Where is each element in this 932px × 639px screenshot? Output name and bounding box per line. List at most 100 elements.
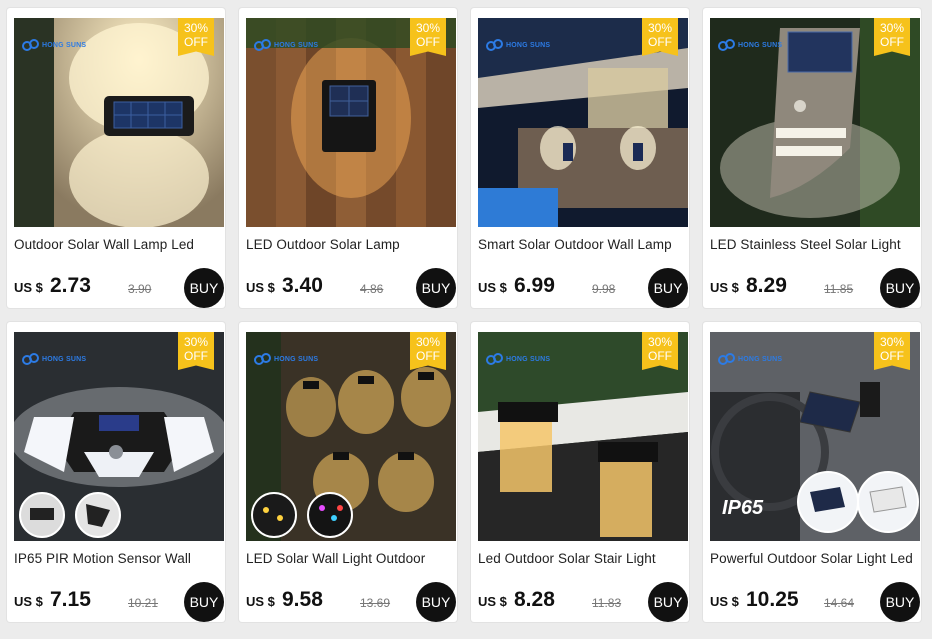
discount-percent: 30% (879, 335, 905, 349)
brand-logo: HONG SUNS (254, 352, 318, 366)
price: 3.40 (282, 274, 323, 297)
brand-name: HONG SUNS (42, 41, 87, 49)
original-price: 11.85 (824, 282, 854, 296)
price-row: US $ 3.40 4.86 BUY (246, 268, 456, 308)
brand-logo-icon (486, 39, 503, 51)
product-card[interactable]: HONG SUNS 30% OFF LED Outdoor Solar Lamp… (239, 8, 457, 308)
product-title[interactable]: LED Stainless Steel Solar Light (710, 237, 920, 252)
buy-button[interactable]: BUY (416, 268, 456, 308)
product-title[interactable]: Smart Solar Outdoor Wall Lamp (478, 237, 688, 252)
product-image[interactable]: HONG SUNS 30% OFF (246, 18, 456, 227)
price-row: US $ 8.29 11.85 BUY (710, 268, 920, 308)
original-price: 3.90 (128, 282, 152, 296)
original-price: 10.21 (128, 596, 159, 610)
discount-percent: 30% (647, 21, 673, 35)
currency: US $ (14, 280, 43, 295)
product-card[interactable]: HONG SUNS 30% OFF Led Outdoor Solar Stai… (471, 322, 689, 622)
currency: US $ (710, 280, 739, 295)
discount-badge: 30% OFF (874, 332, 910, 370)
product-title[interactable]: Outdoor Solar Wall Lamp Led (14, 237, 224, 252)
brand-logo-icon (22, 39, 39, 51)
discount-badge: 30% OFF (642, 18, 678, 56)
product-card[interactable]: HONG SUNS 30% OFF LED Solar Wall Light O… (239, 322, 457, 622)
discount-badge: 30% OFF (178, 332, 214, 370)
product-image[interactable]: HONG SUNS 30% OFF (14, 18, 224, 227)
discount-badge: 30% OFF (410, 332, 446, 370)
brand-logo: HONG SUNS (22, 352, 86, 366)
buy-button[interactable]: BUY (184, 582, 224, 622)
currency: US $ (14, 594, 43, 609)
product-image[interactable]: HONG SUNS 30% OFF (478, 18, 688, 227)
ip65-label: IP65 (722, 497, 764, 519)
brand-logo-icon (486, 353, 503, 365)
discount-label: OFF (648, 349, 672, 363)
discount-label: OFF (880, 349, 904, 363)
product-image[interactable]: HONG SUNS 30% OFF (14, 332, 224, 541)
price-row: US $ 7.15 10.21 BUY (14, 582, 224, 622)
product-card[interactable]: HONG SUNS 30% OFF Smart Solar Outdoor Wa… (471, 8, 689, 308)
brand-name: HONG SUNS (42, 355, 87, 363)
brand-logo: HONG SUNS (22, 38, 86, 52)
price: 6.99 (514, 274, 555, 297)
discount-label: OFF (416, 35, 440, 49)
discount-badge: 30% OFF (642, 332, 678, 370)
currency: US $ (478, 594, 507, 609)
discount-percent: 30% (415, 335, 441, 349)
buy-button[interactable]: BUY (648, 268, 688, 308)
product-title[interactable]: Powerful Outdoor Solar Light Led (710, 551, 920, 566)
buy-button[interactable]: BUY (416, 582, 456, 622)
brand-name: HONG SUNS (738, 41, 783, 49)
buy-button[interactable]: BUY (648, 582, 688, 622)
discount-label: OFF (648, 35, 672, 49)
price: 9.58 (282, 588, 323, 611)
brand-name: HONG SUNS (506, 355, 551, 363)
discount-label: OFF (184, 35, 208, 49)
brand-name: HONG SUNS (274, 41, 319, 49)
brand-logo-icon (22, 353, 39, 365)
price-row: US $ 2.73 3.90 BUY (14, 268, 224, 308)
discount-badge: 30% OFF (178, 18, 214, 56)
product-card[interactable]: HONG SUNS 30% OFF Outdoor Solar Wall Lam… (7, 8, 225, 308)
product-card[interactable]: HONG SUNS 30% OFF IP65 PIR Motion Sensor… (7, 322, 225, 622)
discount-label: OFF (184, 349, 208, 363)
price: 8.28 (514, 588, 555, 611)
product-card[interactable]: IP65 HONG SUNS 30% OFF Powerful Outdoor … (703, 322, 921, 622)
discount-label: OFF (880, 35, 904, 49)
product-title[interactable]: LED Solar Wall Light Outdoor (246, 551, 456, 566)
discount-label: OFF (416, 349, 440, 363)
brand-name: HONG SUNS (506, 41, 551, 49)
original-price: 13.69 (360, 596, 391, 610)
original-price: 11.83 (592, 596, 622, 610)
product-image[interactable]: IP65 HONG SUNS 30% OFF (710, 332, 920, 541)
price: 7.15 (50, 588, 91, 611)
discount-percent: 30% (415, 21, 441, 35)
product-image[interactable]: HONG SUNS 30% OFF (710, 18, 920, 227)
discount-badge: 30% OFF (410, 18, 446, 56)
brand-logo: HONG SUNS (486, 38, 550, 52)
price-row: US $ 9.58 13.69 BUY (246, 582, 456, 622)
product-title[interactable]: LED Outdoor Solar Lamp (246, 237, 456, 252)
brand-name: HONG SUNS (274, 355, 319, 363)
currency: US $ (246, 280, 275, 295)
product-title[interactable]: Led Outdoor Solar Stair Light (478, 551, 688, 566)
buy-button[interactable]: BUY (880, 582, 920, 622)
currency: US $ (710, 594, 739, 609)
brand-logo-icon (254, 39, 271, 51)
brand-logo-icon (718, 353, 735, 365)
discount-badge: 30% OFF (874, 18, 910, 56)
original-price: 14.64 (824, 596, 855, 610)
price: 10.25 (746, 588, 799, 611)
product-title[interactable]: IP65 PIR Motion Sensor Wall (14, 551, 224, 566)
price: 2.73 (50, 274, 91, 297)
buy-button[interactable]: BUY (184, 268, 224, 308)
price-row: US $ 10.25 14.64 BUY (710, 582, 920, 622)
buy-button[interactable]: BUY (880, 268, 920, 308)
brand-logo: HONG SUNS (718, 352, 782, 366)
product-image[interactable]: HONG SUNS 30% OFF (478, 332, 688, 541)
brand-name: HONG SUNS (738, 355, 783, 363)
product-image[interactable]: HONG SUNS 30% OFF (246, 332, 456, 541)
price-row: US $ 6.99 9.98 BUY (478, 268, 688, 308)
product-card[interactable]: HONG SUNS 30% OFF LED Stainless Steel So… (703, 8, 921, 308)
price-row: US $ 8.28 11.83 BUY (478, 582, 688, 622)
original-price: 4.86 (360, 282, 384, 296)
